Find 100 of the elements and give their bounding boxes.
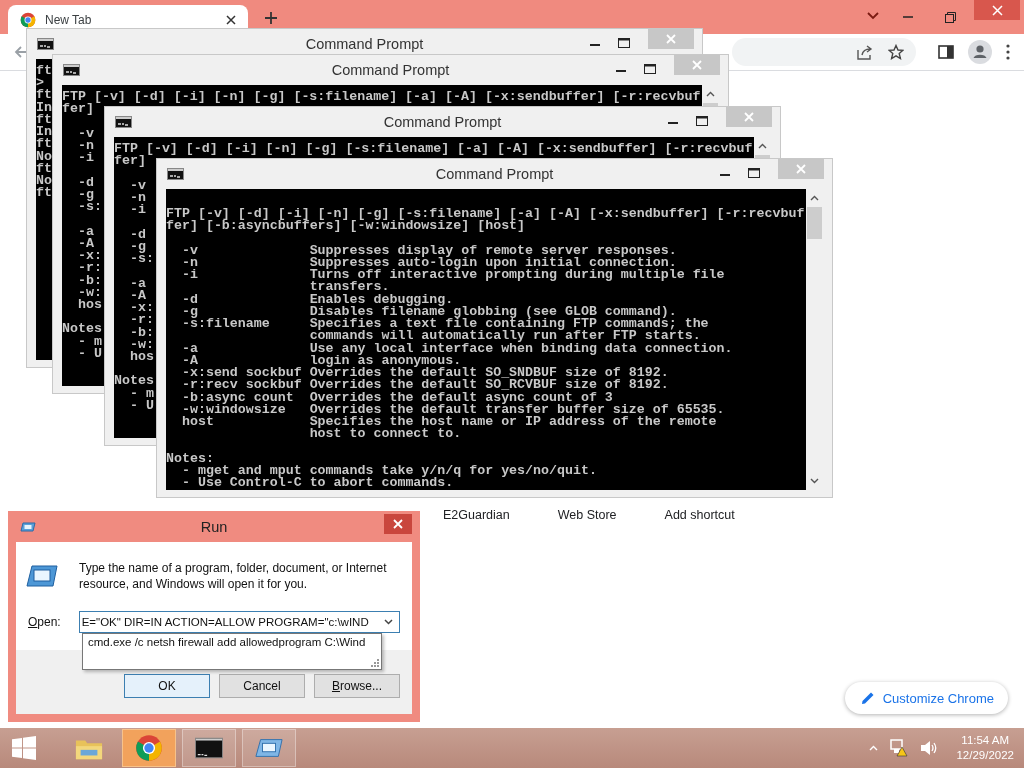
close-button[interactable] <box>384 514 412 534</box>
close-icon[interactable] <box>226 14 236 25</box>
caret-up-icon[interactable] <box>869 745 879 751</box>
run-icon <box>20 521 36 532</box>
console-line: - Use Control-C to abort commands. <box>180 477 454 490</box>
console-line: -d Enables debugging. <box>180 293 454 306</box>
console-line: Notes: <box>166 452 214 465</box>
close-icon <box>991 4 1003 16</box>
console-line: -x:send sockbuf Overrides the default SO_SNDBUF size of 8192. <box>180 367 669 380</box>
console-line: -a Use any local interface when binding data connection. <box>180 342 733 355</box>
console-line: host Specifies the host name or IP address of the remote <box>180 416 717 429</box>
console-line: - mget and mput commands take y/n/q for yes/no/quit. <box>180 464 597 478</box>
pencil-icon <box>860 691 875 705</box>
customize-chrome-button[interactable]: Customize Chrome <box>844 682 1008 714</box>
console-icon <box>115 116 132 128</box>
console-line: -v Suppresses display of remote server responses. <box>180 244 677 257</box>
open-field[interactable]: E="OK" DIR=IN ACTION=ALLOW PROGRAM="c:\wIND <box>78 611 400 633</box>
address-bar[interactable] <box>732 38 916 66</box>
resize-grip-icon <box>371 659 379 667</box>
close-icon <box>692 60 702 70</box>
console-line: ft <box>36 113 52 127</box>
profile-icon[interactable] <box>968 40 992 64</box>
run-icon <box>26 565 58 587</box>
maximize-icon[interactable] <box>644 64 656 74</box>
window-title: Command Prompt <box>434 166 555 182</box>
close-icon <box>666 34 676 44</box>
console-line: -n Suppresses auto-login upon initial connection. <box>180 256 677 270</box>
console-line: FTP [-v] [-d] [-i] [-n] [-g] [-s:filename] [-a] [-A] [-x:sendbuffer] [-r:recvbuf <box>62 91 701 104</box>
menu-icon[interactable] <box>1006 44 1010 60</box>
console-line: -x: <box>128 302 154 315</box>
caret-icon[interactable] <box>867 12 879 20</box>
chrome-logo-icon <box>135 734 163 762</box>
console-line: - m <box>76 335 102 348</box>
console-line: -d <box>128 228 146 241</box>
console-line: -v <box>76 127 94 140</box>
share-icon[interactable] <box>856 44 874 60</box>
autocomplete-item[interactable]: cmd.exe /c netsh firewall add allowedprogram C:\Wind <box>83 634 381 648</box>
maximize-icon[interactable] <box>696 116 708 126</box>
console-line: -A <box>76 237 94 251</box>
console-line: -s:filename Specifies a text file containing FTP commands; the <box>180 318 709 331</box>
dialog-button[interactable]: OK <box>124 674 210 698</box>
console-line: -b:async count Overrides the default async count of 3 <box>180 391 613 404</box>
speaker-icon[interactable] <box>920 740 939 756</box>
console-line: Notes <box>62 323 102 336</box>
console-line: -s: <box>128 253 154 266</box>
plus-icon[interactable] <box>264 11 278 25</box>
console-line: hos <box>128 351 154 364</box>
console-line: - U <box>128 399 154 413</box>
shortcut-label[interactable]: Add shortcut <box>664 508 735 522</box>
tab-title: New Tab <box>45 12 93 27</box>
dialog-button[interactable]: Browse... <box>314 674 400 698</box>
console-line: -i <box>128 204 146 217</box>
console-line: -n <box>76 139 94 153</box>
back-arrow-icon[interactable] <box>14 45 28 59</box>
maximize-icon[interactable] <box>748 168 760 178</box>
side-panel-icon[interactable] <box>938 45 954 59</box>
console-icon <box>63 64 80 76</box>
console-line: fer] <box>62 103 94 116</box>
console-line: FTP [-v] [-d] [-i] [-n] [-g] [-s:filename] [-a] [-A] [-x:sendbuffer] [-r:recvbuf <box>114 143 753 156</box>
console-line: ft <box>36 138 52 151</box>
console-line: In <box>36 101 52 114</box>
console-line: -x: <box>76 250 102 263</box>
console-line: transfers. <box>308 281 390 294</box>
window-title: Command Prompt <box>382 114 503 130</box>
maximize-icon[interactable] <box>618 38 630 48</box>
console-line: -a <box>76 225 94 238</box>
console-line: FTP [-v] [-d] [-i] [-n] [-g] [-s:filename] [-a] [-A] [-x:sendbuffer] [-r:recvbuf <box>166 208 805 221</box>
console-line: -g <box>128 240 146 254</box>
console-window[interactable] <box>156 158 833 498</box>
close-icon <box>744 112 754 122</box>
close-icon <box>796 164 806 174</box>
shortcut-label[interactable]: E2Guardian <box>443 508 510 522</box>
console-line: In <box>36 126 52 139</box>
shortcut-label[interactable]: Web Store <box>557 508 617 522</box>
scrollbar-thumb[interactable] <box>807 207 822 239</box>
console-line: ft <box>36 162 52 176</box>
window-title: Command Prompt <box>304 36 425 52</box>
console-line: -s: <box>76 201 102 214</box>
console-line: ft <box>36 187 52 200</box>
dialog-button[interactable]: Cancel <box>219 674 305 698</box>
console-icon <box>37 38 54 50</box>
console-line: -i Turns off interactive prompting during multiple file <box>180 269 725 282</box>
start-icon[interactable] <box>12 736 36 760</box>
dropdown-caret-icon[interactable] <box>383 619 393 625</box>
console-line: No <box>36 150 52 163</box>
console-line: -A <box>128 289 146 303</box>
console-line: -b: <box>128 326 154 339</box>
star-icon[interactable] <box>888 44 904 60</box>
console-line: > <box>36 77 44 90</box>
console-line: No <box>36 175 52 188</box>
console-line: ft <box>36 65 52 78</box>
network-warning-icon[interactable] <box>890 739 909 757</box>
close-button[interactable] <box>974 0 1020 20</box>
console-line: -g <box>76 188 94 202</box>
console-line: -A login as anonymous. <box>180 354 462 368</box>
console-line: -n <box>128 191 146 205</box>
restore-icon[interactable] <box>945 12 956 23</box>
console-line: -d <box>76 176 94 189</box>
console-line: -w:windowsize Overrides the default transfer buffer size of 65535. <box>180 403 725 416</box>
console-line: -w: <box>128 338 154 351</box>
